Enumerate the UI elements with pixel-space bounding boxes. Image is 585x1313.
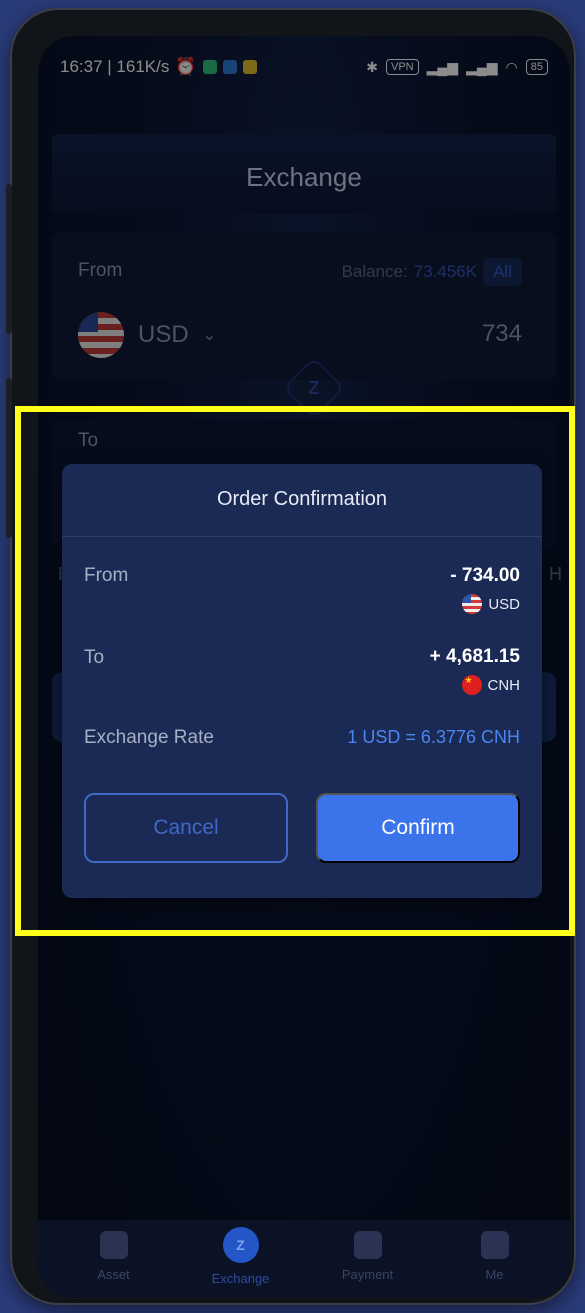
side-button	[6, 184, 12, 334]
card-icon	[353, 1230, 382, 1259]
to-row-currency: CNH	[461, 675, 521, 695]
tab-asset[interactable]: Asset	[59, 1230, 169, 1282]
exchange-icon: Z	[222, 1226, 259, 1263]
tab-bar: Asset Z Exchange Payment Me	[38, 1220, 570, 1298]
tab-exchange[interactable]: Z Exchange	[186, 1226, 296, 1286]
tab-label: Payment	[341, 1266, 394, 1282]
us-flag-icon	[462, 594, 483, 614]
order-confirmation-dialog: Order Confirmation From - 734.00 USD To …	[62, 464, 542, 898]
rate-label: Exchange Rate	[84, 727, 214, 748]
cn-flag-icon	[461, 675, 482, 695]
wallet-icon	[99, 1230, 128, 1259]
tab-label: Exchange	[211, 1270, 270, 1286]
currency-code: CNH	[487, 676, 521, 694]
cancel-button[interactable]: Cancel	[84, 793, 288, 863]
dialog-title: Order Confirmation	[216, 488, 388, 510]
tab-payment[interactable]: Payment	[313, 1230, 423, 1282]
to-row-amount: + 4,681.15	[429, 646, 520, 667]
tab-me[interactable]: Me	[440, 1230, 550, 1282]
side-button	[6, 378, 12, 538]
divider	[62, 536, 542, 537]
tab-label: Asset	[97, 1266, 130, 1282]
from-row-amount: - 734.00	[450, 565, 520, 586]
from-row-label: From	[84, 565, 129, 586]
rate-value: 1 USD = 6.3776 CNH	[347, 727, 520, 747]
user-icon	[480, 1230, 509, 1259]
to-row-label: To	[84, 647, 105, 668]
from-row-currency: USD	[462, 594, 520, 614]
tab-label: Me	[485, 1266, 504, 1282]
currency-code: USD	[488, 595, 520, 613]
confirm-button[interactable]: Confirm	[316, 793, 520, 863]
